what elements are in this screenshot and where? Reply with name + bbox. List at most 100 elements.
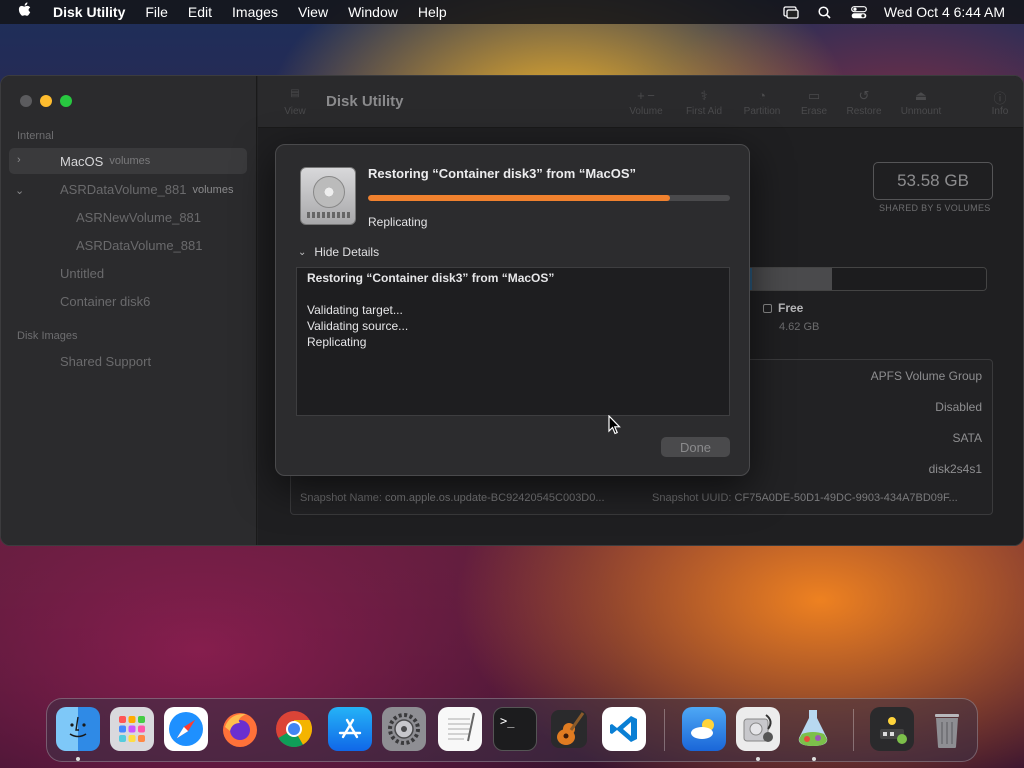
partition-button[interactable]: ◔ Partition: [738, 88, 786, 117]
dock: >_: [46, 698, 978, 762]
snapshot-name-value: com.apple.os.update-BC92420545C003D0...: [385, 492, 605, 504]
sidebar-item-asrdatavolume-sub[interactable]: ASRDataVolume_881: [76, 238, 202, 253]
erase-icon: ▭: [807, 88, 821, 103]
sidebar-item-label: ASRNewVolume_881: [76, 210, 202, 225]
first-aid-button[interactable]: ⚕ First Aid: [680, 88, 728, 117]
spotlight-search-icon[interactable]: [816, 5, 834, 19]
info-connection-value: SATA: [952, 431, 982, 445]
volume-button[interactable]: + − Volume: [624, 88, 668, 117]
unmount-button[interactable]: ⏏ Unmount: [896, 88, 946, 117]
menu-window[interactable]: Window: [348, 4, 398, 20]
log-line: Validating target...: [307, 303, 403, 317]
toolbar: ▤ View Disk Utility + − Volume ⚕ First A…: [258, 76, 1023, 128]
apple-logo-icon[interactable]: [18, 2, 36, 22]
menu-view[interactable]: View: [298, 4, 328, 20]
window-controls: [20, 95, 80, 107]
hide-details-label: Hide Details: [314, 245, 380, 259]
eject-icon: ⏏: [914, 88, 928, 103]
minimize-window-button[interactable]: [40, 95, 52, 107]
menu-help[interactable]: Help: [418, 4, 447, 20]
menu-app-name[interactable]: Disk Utility: [53, 4, 125, 20]
menubar-clock[interactable]: Wed Oct 4 6:44 AM: [884, 4, 1005, 20]
dialog-title: Restoring “Container disk3” from “MacOS”: [368, 166, 636, 181]
menu-file[interactable]: File: [145, 4, 168, 20]
restore-progress-fill: [368, 195, 671, 201]
sidebar-item-asrnewvolume[interactable]: ASRNewVolume_881: [76, 210, 201, 225]
restore-button[interactable]: ↺ Restore: [842, 88, 886, 117]
finder-icon[interactable]: [56, 707, 100, 751]
sidebar-item-label: ASRDataVolume_881: [76, 238, 203, 253]
hide-details-toggle[interactable]: ⌄ Hide Details: [298, 245, 379, 259]
firefox-icon[interactable]: [218, 707, 262, 751]
launchpad-icon[interactable]: [110, 707, 154, 751]
window-title: Disk Utility: [326, 93, 404, 110]
sidebar-item-macos[interactable]: › MacOS volumes: [9, 148, 247, 174]
plus-minus-icon: + −: [637, 88, 655, 103]
log-line: Validating source...: [307, 319, 409, 333]
vscode-icon[interactable]: [602, 707, 646, 751]
partition-icon: ◔: [758, 88, 766, 103]
garageband-icon[interactable]: [547, 707, 591, 751]
chevron-right-icon[interactable]: ›: [17, 154, 21, 166]
details-log: Restoring “Container disk3” from “MacOS”…: [296, 267, 730, 416]
free-label: Free: [778, 301, 804, 315]
control-center-icon[interactable]: [850, 5, 868, 19]
restore-status: Replicating: [368, 215, 428, 229]
usage-segment-free: [831, 268, 986, 290]
unmount-button-label: Unmount: [900, 106, 942, 117]
mouse-cursor-icon: [608, 415, 621, 435]
sidebar: Internal › MacOS volumes ASRDataVolume_8…: [1, 76, 257, 545]
sidebar-item-container-disk6[interactable]: Container disk6: [60, 294, 150, 309]
weather-icon[interactable]: [682, 707, 726, 751]
capacity-value: 53.58 GB: [873, 162, 993, 200]
partition-button-label: Partition: [743, 106, 781, 117]
chevron-down-icon[interactable]: ⌄: [15, 184, 24, 197]
restore-dialog: Restoring “Container disk3” from “MacOS”…: [275, 144, 750, 476]
screen-mirroring-icon[interactable]: [782, 5, 800, 19]
menu-edit[interactable]: Edit: [188, 4, 212, 20]
disk-utility-icon[interactable]: [736, 707, 780, 751]
view-button-label: View: [284, 106, 306, 117]
sidebar-item-untitled[interactable]: Untitled: [60, 266, 104, 281]
zoom-window-button[interactable]: [60, 95, 72, 107]
done-button[interactable]: Done: [661, 437, 730, 457]
snapshot-uuid-label: Snapshot UUID:: [652, 492, 732, 504]
sidebar-item-shared-support[interactable]: Shared Support: [60, 354, 151, 369]
capacity-subtitle: SHARED BY 5 VOLUMES: [879, 203, 991, 213]
terminal-icon[interactable]: >_: [493, 707, 537, 751]
snapshot-uuid-value: CF75A0DE-50D1-49DC-9903-434A7BD09F...: [734, 492, 958, 504]
chrome-icon[interactable]: [272, 707, 316, 751]
close-window-button[interactable]: [20, 95, 32, 107]
textedit-icon[interactable]: [438, 707, 482, 751]
view-button[interactable]: ▤ View: [280, 88, 310, 117]
sidebar-toggle-icon: ▤: [290, 88, 300, 99]
sidebar-item-label: Shared Support: [60, 354, 152, 369]
trash-icon[interactable]: [925, 707, 969, 751]
info-type-value: APFS Volume Group: [870, 369, 982, 383]
sidebar-item-asrdatavolume[interactable]: ASRDataVolume_881 volumes: [60, 182, 233, 197]
app-store-icon[interactable]: [328, 707, 372, 751]
stethoscope-icon: ⚕: [700, 88, 708, 103]
sidebar-item-label: MacOS: [60, 153, 104, 169]
safari-icon[interactable]: [164, 707, 208, 751]
restore-button-label: Restore: [846, 106, 882, 117]
menu-images[interactable]: Images: [232, 4, 278, 20]
sidebar-section-internal: Internal: [17, 130, 54, 142]
downloads-stack-icon[interactable]: [870, 707, 914, 751]
snapshot-name: Snapshot Name: com.apple.os.update-BC924…: [300, 492, 605, 504]
info-owners-value: Disabled: [935, 400, 982, 414]
log-heading: Restoring “Container disk3” from “MacOS”: [307, 271, 555, 285]
info-button[interactable]: ⓘ Info: [986, 88, 1014, 117]
sidebar-item-tag: volumes: [192, 183, 234, 196]
erase-button[interactable]: ▭ Erase: [796, 88, 832, 117]
log-line: Replicating: [307, 335, 367, 349]
potion-icon[interactable]: [791, 707, 835, 751]
info-icon: ⓘ: [993, 91, 1007, 106]
free-legend: Free: [763, 301, 803, 315]
sidebar-item-label: Untitled: [60, 266, 105, 281]
sidebar-item-label: ASRDataVolume_881: [60, 182, 187, 197]
dock-separator: [664, 709, 665, 751]
running-indicator: [76, 757, 80, 761]
sidebar-item-label: Container disk6: [60, 294, 151, 309]
system-settings-icon[interactable]: [382, 707, 426, 751]
